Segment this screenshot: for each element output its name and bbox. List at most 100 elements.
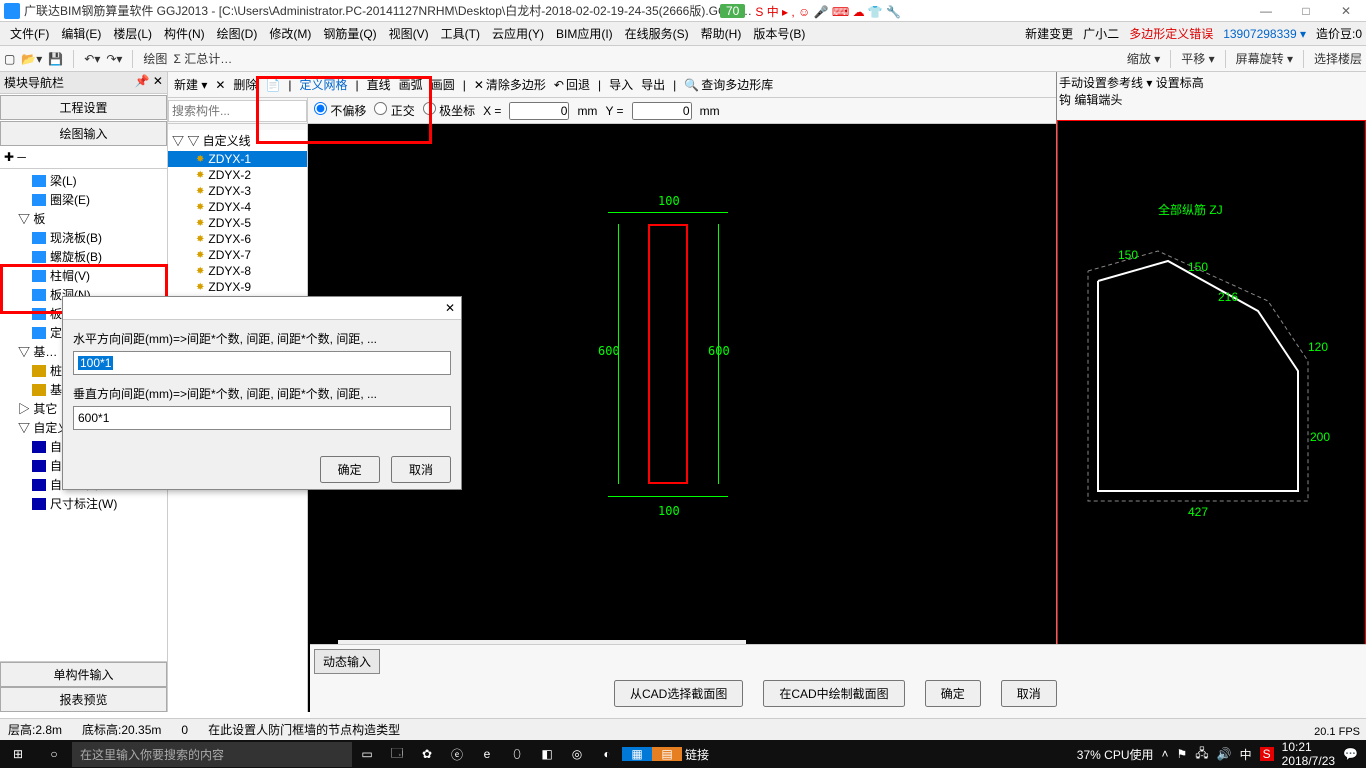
menu-version[interactable]: 版本号(B): [747, 25, 811, 42]
mode-ortho[interactable]: 正交: [374, 102, 414, 119]
search-input[interactable]: [168, 100, 307, 122]
app-icon-6[interactable]: ◐: [592, 747, 622, 761]
pan-button[interactable]: 平移 ▾: [1181, 50, 1214, 67]
new-change-button[interactable]: 新建变更: [1025, 25, 1073, 42]
app-icon-3[interactable]: ⬯: [502, 747, 532, 762]
lib-btn[interactable]: 🔍 查询多边形库: [684, 76, 773, 93]
mode-polar[interactable]: 极坐标: [423, 102, 475, 119]
dialog-close-icon[interactable]: ✕: [445, 301, 455, 315]
tree-item[interactable]: 圈梁(E): [2, 190, 165, 209]
list-item[interactable]: ✸ ZDYX-4: [168, 199, 307, 215]
save-icon[interactable]: 💾: [48, 52, 63, 66]
circle-btn[interactable]: 画圆: [431, 76, 455, 93]
cortana-icon[interactable]: ○: [36, 747, 72, 761]
tray-s-icon[interactable]: S: [1260, 747, 1274, 761]
menu-cloud[interactable]: 云应用(Y): [486, 25, 550, 42]
floor-select-button[interactable]: 选择楼层: [1314, 50, 1362, 67]
x-input[interactable]: [509, 102, 569, 120]
list-item[interactable]: ✸ ZDYX-2: [168, 167, 307, 183]
error-tag[interactable]: 多边形定义错误: [1129, 25, 1213, 42]
copy-icon[interactable]: 📄: [265, 78, 280, 92]
list-item[interactable]: ✸ ZDYX-1: [168, 151, 307, 167]
new-btn[interactable]: 新建 ▾: [174, 76, 207, 93]
app-icon-1[interactable]: 🗔: [382, 744, 412, 765]
from-cad-select-button[interactable]: 从CAD选择截面图: [614, 680, 743, 707]
dialog-cancel-button[interactable]: 取消: [391, 456, 451, 483]
define-grid-btn[interactable]: 定义网格: [300, 76, 348, 93]
tray-flag-icon[interactable]: ⚑: [1177, 747, 1188, 761]
tray-time[interactable]: 10:212018/7/23: [1282, 740, 1335, 768]
menu-component[interactable]: 构件(N): [158, 25, 211, 42]
tree-item[interactable]: 现浇板(B): [2, 228, 165, 247]
import-btn[interactable]: 导入: [609, 76, 633, 93]
v-spacing-input[interactable]: [73, 406, 451, 430]
app-icon-2[interactable]: ✿: [412, 747, 442, 761]
maximize-button[interactable]: □: [1286, 4, 1326, 18]
app-icon-4[interactable]: ◧: [532, 747, 562, 761]
tray-notif-icon[interactable]: 💬: [1343, 747, 1358, 761]
menu-help[interactable]: 帮助(H): [695, 25, 748, 42]
single-input-button[interactable]: 单构件输入: [0, 662, 167, 687]
menu-draw[interactable]: 绘图(D): [211, 25, 264, 42]
taskbar-search[interactable]: 在这里输入你要搜索的内容: [72, 742, 352, 767]
tray-net-icon[interactable]: 🖧: [1195, 744, 1208, 765]
draw-button[interactable]: 绘图: [143, 50, 167, 67]
pin-icon[interactable]: 📌 ✕: [135, 74, 163, 91]
undo-icon[interactable]: ↶▾: [84, 52, 100, 66]
start-button[interactable]: ⊞: [0, 747, 36, 761]
tree-item[interactable]: 梁(L): [2, 171, 165, 190]
rp-tool-row1[interactable]: 手动设置参考线 ▾ 设置标高: [1059, 74, 1364, 91]
phone-label[interactable]: 13907298339 ▾: [1223, 27, 1306, 41]
dynamic-input-toggle[interactable]: 动态输入: [314, 649, 380, 674]
menu-rebar[interactable]: 钢筋量(Q): [317, 25, 382, 42]
clear-btn[interactable]: ✕ 清除多边形: [474, 76, 546, 93]
new-file-icon[interactable]: ▢: [4, 52, 15, 66]
y-input[interactable]: [632, 102, 692, 120]
list-root[interactable]: ▽ ▽ 自定义线: [168, 130, 307, 151]
menu-floor[interactable]: 楼层(L): [107, 25, 158, 42]
tray-vol-icon[interactable]: 🔊: [1217, 747, 1232, 761]
list-item[interactable]: ✸ ZDYX-7: [168, 247, 307, 263]
tree-item[interactable]: 柱帽(V): [2, 266, 165, 285]
close-button[interactable]: ✕: [1326, 4, 1366, 18]
list-item[interactable]: ✸ ZDYX-5: [168, 215, 307, 231]
tray-up-icon[interactable]: ˄: [1162, 747, 1169, 761]
arc-btn[interactable]: 画弧: [399, 76, 423, 93]
delete-btn[interactable]: 删除: [233, 76, 257, 93]
zoom-button[interactable]: 缩放 ▾: [1127, 50, 1160, 67]
list-item[interactable]: ✸ ZDYX-3: [168, 183, 307, 199]
minimize-button[interactable]: —: [1246, 4, 1286, 18]
mode-no-offset[interactable]: 不偏移: [314, 102, 366, 119]
menu-edit[interactable]: 编辑(E): [55, 25, 107, 42]
menu-modify[interactable]: 修改(M): [263, 25, 317, 42]
link-label[interactable]: 链接: [682, 746, 712, 763]
rotate-button[interactable]: 屏幕旋转 ▾: [1236, 50, 1293, 67]
list-item[interactable]: ✸ ZDYX-9: [168, 279, 307, 295]
cancel-button[interactable]: 取消: [1001, 680, 1057, 707]
app-icon-5[interactable]: ◎: [562, 747, 592, 761]
cpu-usage[interactable]: 37% CPU使用: [1077, 746, 1154, 763]
section-draw-input[interactable]: 绘图输入: [0, 121, 167, 146]
report-preview-button[interactable]: 报表预览: [0, 687, 167, 712]
app-icon-7[interactable]: ▦: [622, 747, 652, 761]
app-icon-8[interactable]: ▤: [652, 747, 682, 761]
list-item[interactable]: ✸ ZDYX-6: [168, 231, 307, 247]
undo-btn[interactable]: ↶ 回退: [554, 76, 590, 93]
redo-icon[interactable]: ↷▾: [106, 52, 122, 66]
rp-tool-row2[interactable]: 钩 编辑端头: [1059, 91, 1364, 108]
line-btn[interactable]: 直线: [367, 76, 391, 93]
user-label[interactable]: 广小二: [1083, 25, 1119, 42]
menu-tool[interactable]: 工具(T): [435, 25, 486, 42]
menu-view[interactable]: 视图(V): [383, 25, 435, 42]
tree-item[interactable]: 螺旋板(B): [2, 247, 165, 266]
tree-item[interactable]: 尺寸标注(W): [2, 494, 165, 513]
ie-icon[interactable]: ⓔ: [442, 746, 472, 763]
menu-online[interactable]: 在线服务(S): [619, 25, 695, 42]
edge-icon[interactable]: e: [472, 747, 502, 761]
menu-bim[interactable]: BIM应用(I): [550, 25, 619, 42]
close-tab-btn[interactable]: ✕: [215, 78, 225, 92]
menu-file[interactable]: 文件(F): [4, 25, 55, 42]
open-file-icon[interactable]: 📂▾: [21, 52, 42, 66]
dialog-ok-button[interactable]: 确定: [320, 456, 380, 483]
in-cad-draw-button[interactable]: 在CAD中绘制截面图: [763, 680, 904, 707]
